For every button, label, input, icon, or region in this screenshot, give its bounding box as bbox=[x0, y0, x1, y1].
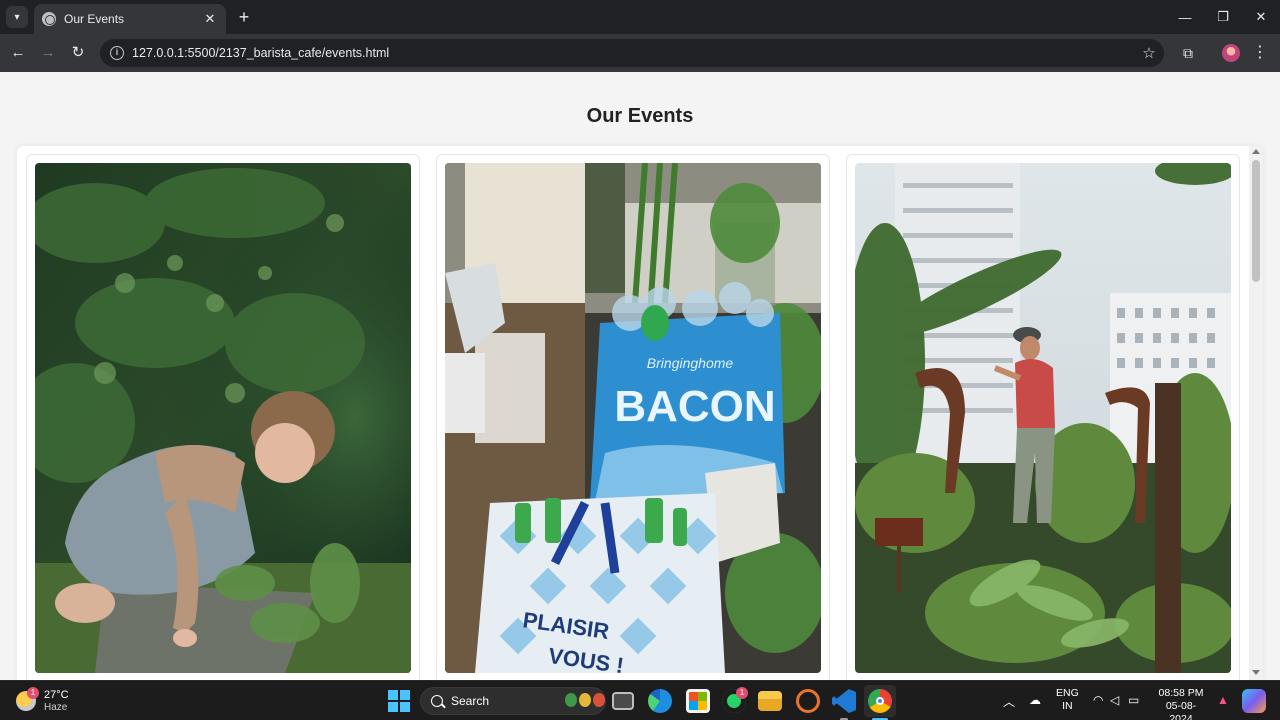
volume-icon[interactable]: ◁ bbox=[1110, 693, 1119, 707]
orange-app-icon[interactable] bbox=[796, 689, 820, 713]
garden-child-photo bbox=[35, 163, 411, 673]
search-icon bbox=[431, 695, 443, 707]
weather-haze-icon: 1 bbox=[16, 687, 39, 711]
close-window-button[interactable]: ✕ bbox=[1242, 0, 1280, 34]
microsoft-store-icon[interactable] bbox=[686, 689, 710, 713]
image-garden-child bbox=[35, 163, 411, 673]
event-card[interactable] bbox=[846, 154, 1240, 680]
taskbar-search[interactable]: Search bbox=[420, 687, 606, 715]
battery-icon[interactable]: ▭ bbox=[1128, 693, 1139, 707]
copilot-icon[interactable] bbox=[1242, 689, 1266, 713]
reload-button[interactable]: ↻ bbox=[67, 42, 89, 64]
image-recycling-bags: Bringinghome BACON PLAISIR VOUS ! bbox=[445, 163, 821, 673]
tab-close-icon[interactable]: ✕ bbox=[202, 11, 218, 27]
bag-print-bacon: BACON bbox=[614, 382, 775, 431]
restore-button[interactable]: ❐ bbox=[1204, 0, 1242, 34]
url-text[interactable]: 127.0.0.1:5500/2137_barista_cafe/events.… bbox=[132, 46, 1134, 60]
back-button[interactable]: ← bbox=[7, 42, 29, 64]
tab-search-button[interactable]: ▾ bbox=[6, 6, 28, 28]
page-title: Our Events bbox=[586, 105, 694, 127]
scroll-up-arrow-icon[interactable] bbox=[1252, 149, 1260, 154]
weather-temperature: 27°C bbox=[44, 688, 69, 701]
page-viewport: Our Events Bringinghome BACON PLAISIR VO… bbox=[0, 72, 1280, 680]
site-info-icon[interactable]: i bbox=[110, 46, 124, 60]
task-view-icon[interactable] bbox=[612, 692, 634, 710]
search-highlight-icon bbox=[565, 693, 605, 709]
browser-toolbar: ← → ↻ i 127.0.0.1:5500/2137_barista_cafe… bbox=[0, 34, 1280, 72]
weather-badge: 1 bbox=[27, 687, 39, 699]
tab-title: Our Events bbox=[64, 12, 125, 26]
whatsapp-badge: 1 bbox=[736, 687, 748, 699]
chrome-icon-center bbox=[876, 697, 884, 705]
language-line2: IN bbox=[1062, 700, 1073, 712]
notification-bell-icon[interactable]: ▲ bbox=[1217, 693, 1229, 707]
language-indicator[interactable]: ENG IN bbox=[1056, 687, 1079, 713]
bookmark-star-icon[interactable]: ☆ bbox=[1134, 44, 1164, 62]
event-card[interactable] bbox=[26, 154, 420, 680]
forward-button[interactable]: → bbox=[37, 42, 59, 64]
page-scrollbar[interactable] bbox=[1249, 146, 1263, 680]
tray-overflow-chevron-icon[interactable]: ︿ bbox=[1003, 693, 1015, 710]
clock-date: 05-08-2024 bbox=[1165, 700, 1197, 720]
start-button[interactable] bbox=[388, 690, 410, 712]
weather-widget[interactable]: 1 27°C Haze bbox=[16, 687, 69, 715]
clock[interactable]: 08:58 PM 05-08-2024 bbox=[1156, 687, 1206, 720]
search-label: Search bbox=[451, 694, 490, 708]
onedrive-icon[interactable]: ☁ bbox=[1029, 693, 1041, 707]
file-explorer-icon[interactable] bbox=[758, 691, 782, 711]
globe-icon bbox=[42, 12, 56, 26]
minimize-button[interactable]: — bbox=[1166, 0, 1204, 34]
language-line1: ENG bbox=[1056, 687, 1079, 699]
extensions-icon[interactable]: ⧉ bbox=[1178, 43, 1198, 63]
browser-menu-icon[interactable]: ⋮ bbox=[1252, 43, 1268, 63]
clock-time: 08:58 PM bbox=[1158, 687, 1204, 699]
tab-our-events[interactable]: Our Events ✕ bbox=[34, 4, 226, 34]
tab-strip: ▾ Our Events ✕ + — ❐ ✕ bbox=[0, 0, 1280, 34]
edge-browser-icon[interactable] bbox=[648, 689, 672, 713]
address-bar[interactable]: i 127.0.0.1:5500/2137_barista_cafe/event… bbox=[100, 39, 1164, 67]
new-tab-button[interactable]: + bbox=[234, 7, 254, 27]
recycling-bags-photo: Bringinghome BACON PLAISIR VOUS ! bbox=[445, 163, 821, 673]
vscode-icon[interactable] bbox=[832, 689, 856, 713]
events-container: Bringinghome BACON PLAISIR VOUS ! bbox=[17, 146, 1263, 680]
wifi-icon[interactable]: ◠ bbox=[1093, 693, 1103, 707]
weather-condition: Haze bbox=[44, 701, 68, 713]
scroll-down-arrow-icon[interactable] bbox=[1252, 670, 1260, 675]
windows-logo-icon bbox=[388, 690, 398, 700]
image-urban-garden bbox=[855, 163, 1231, 673]
event-card[interactable]: Bringinghome BACON PLAISIR VOUS ! bbox=[436, 154, 830, 680]
bag-print-text: Bringinghome bbox=[647, 355, 734, 371]
scrollbar-thumb[interactable] bbox=[1252, 160, 1260, 282]
urban-garden-photo bbox=[855, 163, 1231, 673]
taskbar: 1 27°C Haze Search 1 ︿ ☁ ENG IN ◠ ◁ ▭ 08… bbox=[0, 680, 1280, 720]
profile-avatar[interactable] bbox=[1222, 44, 1240, 62]
